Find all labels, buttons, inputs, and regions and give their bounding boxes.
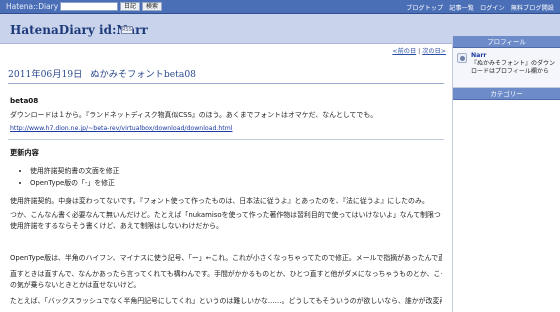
search-button[interactable]: 検索 bbox=[142, 2, 163, 11]
top-bar: Hatena::Diary 日記 検索 ブログトップ 記事一覧 ログイン 無料ブ… bbox=[0, 0, 560, 14]
site-brand[interactable]: Hatena::Diary bbox=[6, 2, 58, 11]
paragraph: たとえば、「バックスラッシュでなく半角円記号にしてくれ」というのは難しいかな……… bbox=[10, 297, 442, 305]
entry-date-title: 2011年06月19日 ぬかみそフォントbeta08 bbox=[8, 66, 444, 84]
changes-list: 使用許諾契約書の文面を修正 OpenType版の「-」を修正 bbox=[30, 165, 120, 189]
category-header: カテゴリー bbox=[453, 88, 560, 100]
paragraph: 使用許諾をするならそう書くけど、あえて制限はしないわけだから。 bbox=[10, 222, 223, 230]
avatar[interactable] bbox=[457, 53, 467, 63]
download-link[interactable]: http://www.h7.dion.ne.jp/~beta-rev/virtu… bbox=[10, 125, 232, 132]
profile-header: プロフィール bbox=[453, 36, 560, 48]
profile-box: Narr 『ぬかみそフォント』のダウンロードはプロフィール欄から bbox=[453, 48, 560, 88]
paragraph: 使用許諾契約。中身は変わってないです。『フォント使って作ったものは、日本法に従う… bbox=[10, 197, 429, 205]
free-blog-link[interactable]: 無料ブログ開設 bbox=[511, 3, 554, 12]
entry-title[interactable]: ぬかみそフォントbeta08 bbox=[90, 69, 196, 80]
profile-name[interactable]: Narr bbox=[471, 52, 486, 59]
rss-icon[interactable]: RSS bbox=[121, 26, 133, 34]
article-list-link[interactable]: 記事一覧 bbox=[449, 3, 474, 12]
list-item: 使用許諾契約書の文面を修正 bbox=[30, 165, 120, 175]
profile-description: 『ぬかみそフォント』のダウンロードはプロフィール欄から bbox=[471, 60, 556, 75]
prev-day-link[interactable]: <前の日 bbox=[392, 48, 416, 55]
main-content: <前の日 | 次の日> 2011年06月19日 ぬかみそフォントbeta08 beta… bbox=[0, 44, 452, 312]
nav-separator: | bbox=[418, 48, 421, 55]
section-title-beta08: beta08 bbox=[10, 96, 39, 105]
download-text: ダウンロードは１から。『ランドネットディスク物真似CSS』のほう。あくまでフォン… bbox=[10, 111, 378, 119]
paragraph: OpenType版は、半角のハイフン、マイナスに使う記号、「ー」←これ。これが小… bbox=[10, 254, 442, 262]
next-day-link[interactable]: 次の日> bbox=[422, 48, 446, 55]
entry-date[interactable]: 2011年06月19日 bbox=[8, 69, 82, 80]
login-link[interactable]: ログイン bbox=[480, 3, 505, 12]
top-links: ブログトップ 記事一覧 ログイン 無料ブログ開設 bbox=[400, 0, 554, 14]
divider bbox=[8, 139, 444, 140]
diary-button[interactable]: 日記 bbox=[120, 2, 141, 11]
list-item: OpenType版の「-」を修正 bbox=[30, 177, 120, 187]
prev-next-nav: <前の日 | 次の日> bbox=[392, 46, 446, 55]
blog-top-link[interactable]: ブログトップ bbox=[406, 3, 443, 12]
paragraph: つか、こんなん書く必要なんて無いんだけど。たとえば「nukamisoを使って作っ… bbox=[10, 211, 442, 219]
section-title-changes: 更新内容 bbox=[10, 148, 39, 157]
paragraph: の気が乗らないときとかは直せないけど。 bbox=[10, 281, 141, 289]
search-input[interactable] bbox=[60, 2, 118, 11]
paragraph: 直すときは直すんで、なんかあったら言ってくれても構わんです。手間がかかるものとか… bbox=[10, 270, 442, 278]
sidebar: プロフィール Narr 『ぬかみそフォント』のダウンロードはプロフィール欄から … bbox=[452, 36, 560, 312]
